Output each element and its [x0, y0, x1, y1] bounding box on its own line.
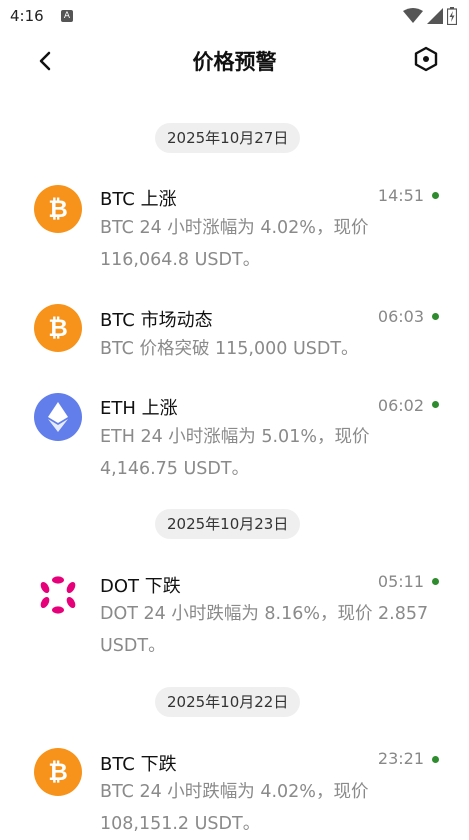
- date-chip: 2025年10月27日: [155, 123, 301, 153]
- date-chip: 2025年10月23日: [155, 509, 301, 539]
- unread-dot: [432, 401, 439, 408]
- unread-dot: [432, 192, 439, 199]
- unread-dot: [432, 756, 439, 763]
- alert-time: 06:03: [377, 307, 424, 326]
- alert-time: 23:21: [377, 749, 424, 768]
- unread-dot: [432, 578, 439, 585]
- bitcoin-icon: ₿: [34, 185, 82, 233]
- alert-time: 06:02: [377, 396, 424, 415]
- svg-text:₿: ₿: [48, 195, 68, 223]
- status-time: 4:16: [10, 7, 44, 25]
- notification-badge-icon: A: [61, 10, 73, 22]
- ethereum-icon: [34, 393, 82, 441]
- alert-title: ETH 上涨: [100, 398, 178, 419]
- alert-title: BTC 市场动态: [100, 310, 213, 331]
- alert-body: ETH 24 小时涨幅为 5.01%，现价 4,146.75 USDT。: [100, 427, 370, 479]
- svg-text:₿: ₿: [48, 314, 68, 342]
- status-bar: 4:16 A: [0, 0, 469, 32]
- status-icons: [403, 6, 457, 26]
- bitcoin-icon: ₿: [34, 748, 82, 796]
- page-title: 价格预警: [192, 50, 277, 74]
- svg-text:₿: ₿: [48, 758, 68, 786]
- alert-body: BTC 价格突破 115,000 USDT。: [100, 339, 359, 359]
- wifi-icon: [403, 8, 423, 23]
- bitcoin-icon: ₿: [34, 304, 82, 352]
- alert-body: BTC 24 小时涨幅为 4.02%，现价 116,064.8 USDT。: [100, 218, 369, 270]
- polkadot-icon: [34, 571, 82, 619]
- alert-body: BTC 24 小时跌幅为 4.02%，现价 108,151.2 USDT。: [100, 782, 369, 834]
- date-chip: 2025年10月22日: [155, 687, 301, 717]
- alert-body: DOT 24 小时跌幅为 8.16%，现价 2.857 USDT。: [100, 604, 429, 656]
- alert-title: BTC 下跌: [100, 754, 177, 775]
- alert-time: 14:51: [377, 186, 424, 205]
- alert-title: BTC 上涨: [100, 189, 177, 210]
- battery-icon: [447, 7, 457, 25]
- app-header: 价格预警: [0, 32, 469, 88]
- settings-hexagon-icon: [414, 46, 438, 72]
- settings-button[interactable]: [411, 44, 441, 74]
- alert-time: 05:11: [377, 572, 424, 591]
- unread-dot: [432, 313, 439, 320]
- alert-title: DOT 下跌: [100, 576, 181, 597]
- signal-icon: [427, 8, 443, 24]
